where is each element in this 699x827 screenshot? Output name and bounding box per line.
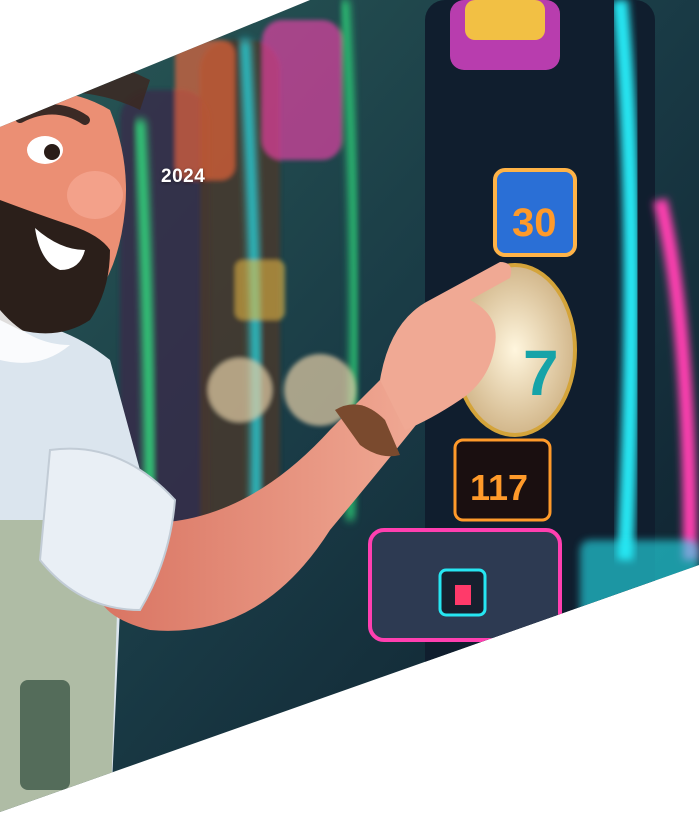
credit-display-icon: 30: [493, 168, 577, 257]
hero-illustration: 30 7 117 2024: [0, 0, 699, 812]
svg-text:117: 117: [470, 467, 528, 508]
svg-text:7: 7: [523, 337, 559, 409]
svg-text:30: 30: [512, 201, 557, 245]
slot-machine-icon: 117: [453, 438, 552, 522]
year-label: 2024: [161, 166, 206, 187]
slot-machine-scene: 30 7 117: [0, 0, 699, 812]
